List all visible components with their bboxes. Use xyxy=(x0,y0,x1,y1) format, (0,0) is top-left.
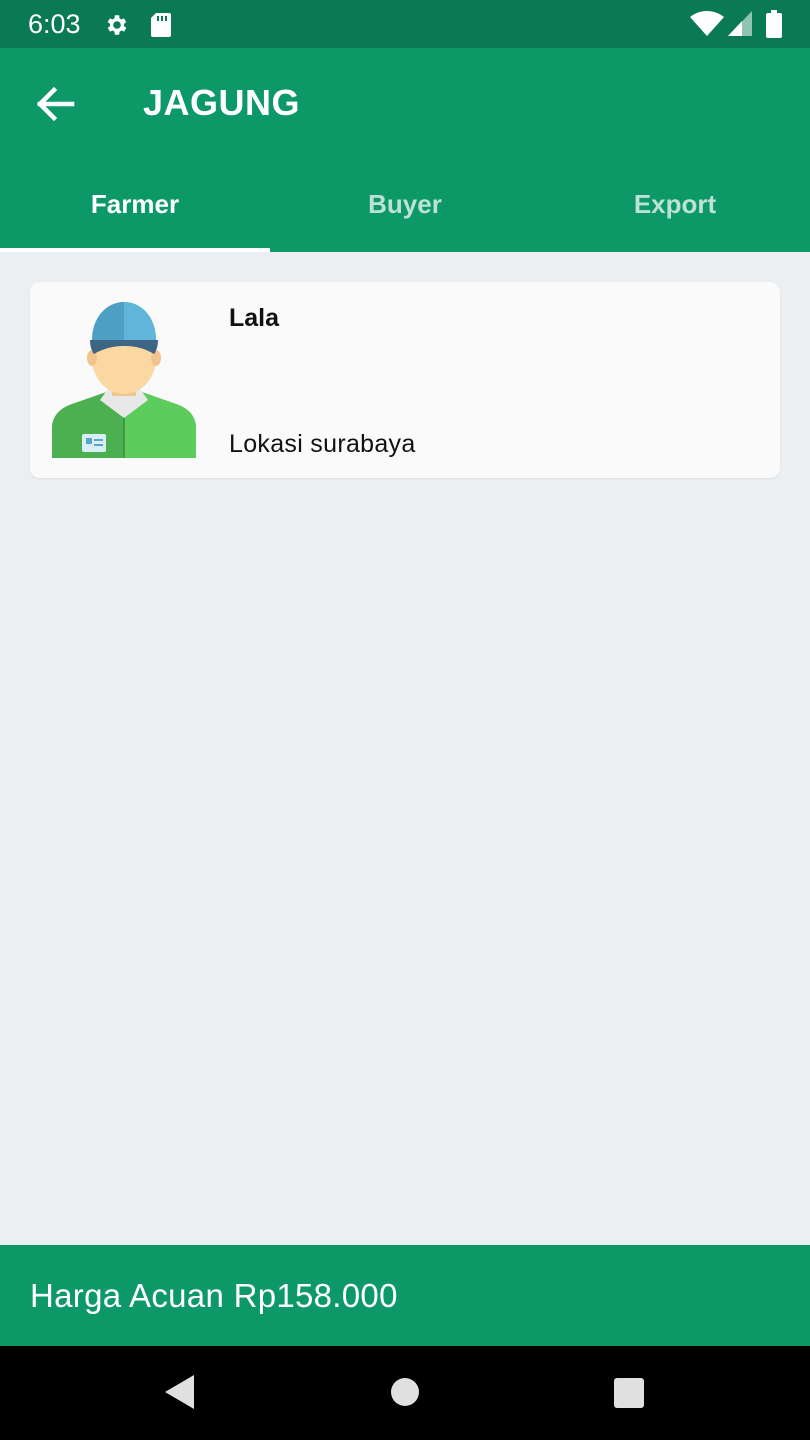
page-title: JAGUNG xyxy=(143,82,301,123)
tab-bar: Farmer Buyer Export xyxy=(0,168,810,252)
farmer-location: Lokasi surabaya xyxy=(229,430,416,458)
content-area: Lala Lokasi surabaya xyxy=(0,252,810,1245)
price-bar: Harga Acuan Rp158.000 xyxy=(0,1245,810,1346)
system-nav-bar xyxy=(0,1346,810,1440)
home-circle-icon[interactable] xyxy=(389,1376,421,1413)
signal-icon xyxy=(728,11,752,42)
tab-farmer[interactable]: Farmer xyxy=(0,168,270,252)
wifi-icon xyxy=(690,11,724,42)
tab-export[interactable]: Export xyxy=(540,168,810,252)
farmer-name: Lala xyxy=(229,304,280,332)
back-triangle-icon[interactable] xyxy=(162,1373,196,1416)
tab-buyer[interactable]: Buyer xyxy=(270,168,540,252)
status-time: 6:03 xyxy=(28,9,81,39)
reference-price: Harga Acuan Rp158.000 xyxy=(30,1277,398,1314)
list-item[interactable]: Lala Lokasi surabaya xyxy=(30,282,780,478)
recents-square-icon[interactable] xyxy=(613,1377,645,1414)
app-bar: JAGUNG Farmer Buyer Export xyxy=(0,48,810,252)
gear-icon xyxy=(104,12,130,43)
battery-icon xyxy=(766,10,782,43)
back-button[interactable] xyxy=(26,80,84,128)
farmer-avatar xyxy=(50,300,198,460)
sd-card-icon xyxy=(150,12,172,43)
status-bar: 6:03 xyxy=(0,0,810,48)
